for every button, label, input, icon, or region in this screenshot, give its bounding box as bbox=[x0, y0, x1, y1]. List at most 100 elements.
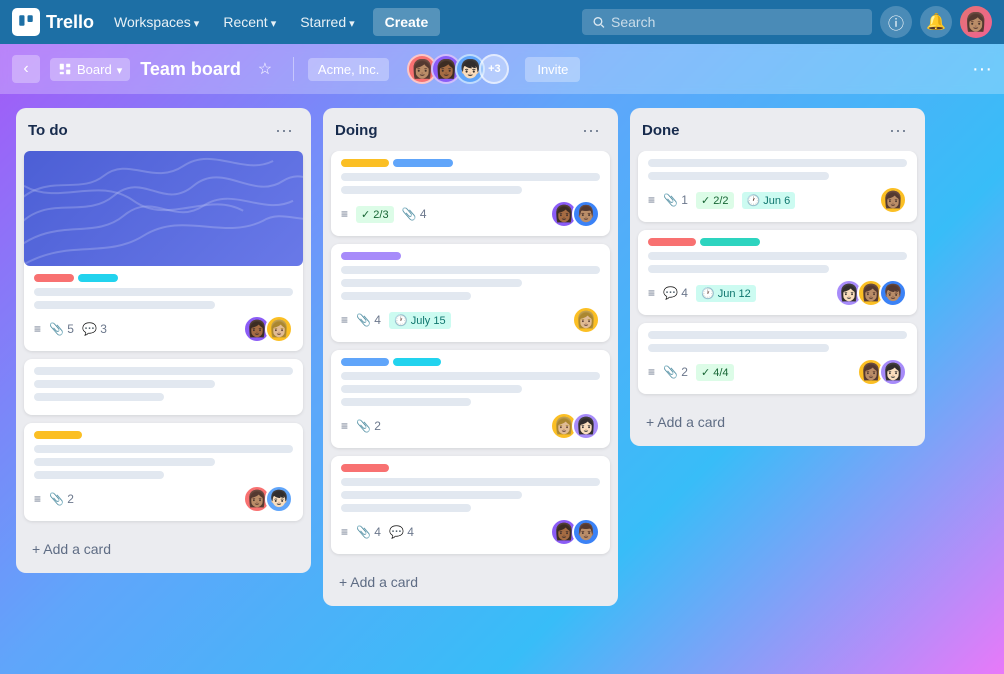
starred-menu[interactable]: Starred bbox=[292, 9, 362, 35]
card-line bbox=[341, 279, 522, 287]
card-line bbox=[341, 372, 600, 380]
card-done-2[interactable]: ≡ 💬 4 🕐 Jun 12 👩🏻 👩🏽 👦🏽 bbox=[638, 230, 917, 315]
chevron-down-icon bbox=[271, 14, 277, 30]
card-meta: ≡ ✓ 2/3 📎 4 bbox=[341, 206, 427, 223]
card-labels bbox=[341, 464, 600, 472]
board-nav: ‹ Board Team board ☆ Acme, Inc. 👩🏽 👩🏾 👦🏻… bbox=[0, 44, 1004, 94]
invite-button[interactable]: Invite bbox=[525, 57, 580, 82]
badge-due-date: 🕐 Jun 6 bbox=[742, 192, 796, 209]
card-avatar: 👩🏽 bbox=[879, 186, 907, 214]
badge-due-date: 🕐 July 15 bbox=[389, 312, 451, 329]
card-labels bbox=[34, 431, 293, 439]
user-avatar[interactable]: 👩🏽 bbox=[960, 6, 992, 38]
card-avatars: 👩🏼 👩🏻 bbox=[550, 412, 600, 440]
card-footer: ≡ 📎 4 💬 4 👩🏾 👨🏽 bbox=[341, 518, 600, 546]
card-line bbox=[341, 491, 522, 499]
star-button[interactable]: ☆ bbox=[251, 55, 279, 83]
meta-attachments: 📎 2 bbox=[356, 419, 381, 433]
card-text bbox=[648, 252, 907, 273]
card-meta: ≡ 📎 4 💬 4 bbox=[341, 525, 414, 539]
meta-attachments: 📎 1 bbox=[663, 193, 688, 207]
label-cyan bbox=[393, 358, 441, 366]
card-footer: ≡ ✓ 2/3 📎 4 👩🏾 👨🏽 bbox=[341, 200, 600, 228]
card-line bbox=[341, 173, 600, 181]
add-card-doing[interactable]: + Add a card bbox=[327, 566, 614, 598]
card-avatar: 👦🏻 bbox=[265, 485, 293, 513]
divider bbox=[293, 57, 294, 81]
notifications-button[interactable]: 🔔 bbox=[920, 6, 952, 38]
add-card-todo[interactable]: + Add a card bbox=[20, 533, 307, 565]
label-yellow bbox=[341, 159, 389, 167]
board-type-selector[interactable]: Board bbox=[50, 58, 130, 81]
card-doing-3[interactable]: ≡ 📎 2 👩🏼 👩🏻 bbox=[331, 350, 610, 448]
meta-attachments: 📎 4 bbox=[356, 313, 381, 327]
workspaces-menu[interactable]: Workspaces bbox=[106, 9, 207, 35]
card-text bbox=[341, 173, 600, 194]
board-more-button[interactable]: ··· bbox=[972, 58, 992, 81]
card-avatar: 👩🏼 bbox=[572, 306, 600, 334]
card-doing-2[interactable]: ≡ 📎 4 🕐 July 15 👩🏼 bbox=[331, 244, 610, 342]
card-footer: ≡ 📎 4 🕐 July 15 👩🏼 bbox=[341, 306, 600, 334]
card-line bbox=[34, 471, 164, 479]
card-line bbox=[34, 445, 293, 453]
card-footer: ≡ 📎 2 👩🏽 👦🏻 bbox=[34, 485, 293, 513]
recent-menu[interactable]: Recent bbox=[215, 9, 284, 35]
board-title: Team board bbox=[140, 59, 241, 80]
create-button[interactable]: Create bbox=[373, 8, 441, 36]
card-done-1[interactable]: ≡ 📎 1 ✓ 2/2 🕐 Jun 6 👩🏽 bbox=[638, 151, 917, 222]
card-line bbox=[34, 393, 164, 401]
card-footer: ≡ 📎 2 👩🏼 👩🏻 bbox=[341, 412, 600, 440]
card-labels bbox=[341, 159, 600, 167]
card-avatar: 👨🏽 bbox=[572, 200, 600, 228]
label-blue bbox=[393, 159, 453, 167]
card-avatar: 👦🏽 bbox=[879, 279, 907, 307]
column-doing-menu[interactable]: ··· bbox=[576, 118, 606, 143]
meta-comments: 💬 4 bbox=[389, 525, 414, 539]
meta-attachments: 📎 2 bbox=[49, 492, 74, 506]
card-cover bbox=[24, 151, 303, 266]
member-count[interactable]: +3 bbox=[479, 54, 509, 84]
card-meta: ≡ 📎 1 ✓ 2/2 🕐 Jun 6 bbox=[648, 192, 795, 209]
card-footer: ≡ 💬 4 🕐 Jun 12 👩🏻 👩🏽 👦🏽 bbox=[648, 279, 907, 307]
column-doing: Doing ··· ≡ ✓ 2/3 📎 4 bbox=[323, 108, 618, 606]
card-done-3[interactable]: ≡ 📎 2 ✓ 4/4 👩🏽 👩🏻 bbox=[638, 323, 917, 394]
card-line bbox=[341, 478, 600, 486]
card-doing-1[interactable]: ≡ ✓ 2/3 📎 4 👩🏾 👨🏽 bbox=[331, 151, 610, 236]
card-avatars: 👩🏽 bbox=[879, 186, 907, 214]
card-text bbox=[34, 367, 293, 401]
label-blue bbox=[341, 358, 389, 366]
label-yellow bbox=[34, 431, 82, 439]
card-line bbox=[341, 292, 471, 300]
meta-comments: 💬 3 bbox=[82, 322, 107, 336]
column-todo: To do ··· bbox=[16, 108, 311, 573]
column-done-body: ≡ 📎 1 ✓ 2/2 🕐 Jun 6 👩🏽 bbox=[630, 151, 925, 402]
card-doing-4[interactable]: ≡ 📎 4 💬 4 👩🏾 👨🏽 bbox=[331, 456, 610, 554]
search-input[interactable] bbox=[611, 14, 862, 30]
column-todo-menu[interactable]: ··· bbox=[269, 118, 299, 143]
trello-logo[interactable]: Trello bbox=[12, 8, 94, 36]
board-content: To do ··· bbox=[0, 94, 1004, 674]
back-button[interactable]: ‹ bbox=[12, 55, 40, 83]
label-cyan bbox=[78, 274, 118, 282]
badge-checklist: ✓ 2/2 bbox=[696, 192, 734, 209]
workspace-badge[interactable]: Acme, Inc. bbox=[308, 58, 389, 81]
card-todo-1[interactable]: ≡ 📎 5 💬 3 👩🏾 👩🏼 bbox=[24, 151, 303, 351]
card-line bbox=[341, 266, 600, 274]
card-labels bbox=[341, 358, 600, 366]
column-done-menu[interactable]: ··· bbox=[883, 118, 913, 143]
card-todo-2[interactable] bbox=[24, 359, 303, 415]
card-meta: ≡ 💬 4 🕐 Jun 12 bbox=[648, 285, 756, 302]
meta-list: ≡ bbox=[648, 286, 655, 300]
column-doing-body: ≡ ✓ 2/3 📎 4 👩🏾 👨🏽 bbox=[323, 151, 618, 562]
column-done: Done ··· ≡ 📎 1 ✓ 2/2 🕐 Jun 6 bbox=[630, 108, 925, 446]
meta-list: ≡ bbox=[34, 322, 41, 336]
search-bar[interactable] bbox=[582, 9, 872, 35]
card-line bbox=[34, 380, 215, 388]
info-button[interactable]: ⓘ bbox=[880, 6, 912, 38]
meta-list: ≡ bbox=[648, 365, 655, 379]
card-todo-3[interactable]: ≡ 📎 2 👩🏽 👦🏻 bbox=[24, 423, 303, 521]
card-line bbox=[648, 265, 829, 273]
meta-attachments: 📎 4 bbox=[402, 207, 427, 221]
card-meta: ≡ 📎 5 💬 3 bbox=[34, 322, 107, 336]
add-card-done[interactable]: + Add a card bbox=[634, 406, 921, 438]
